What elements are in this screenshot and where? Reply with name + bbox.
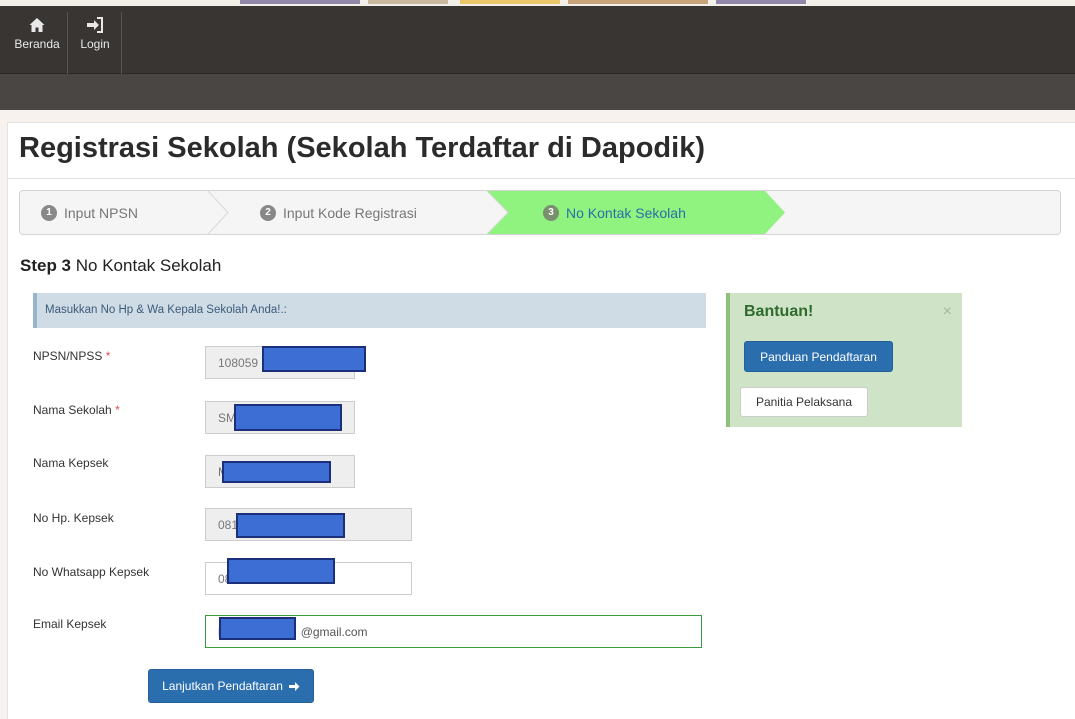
nav-home-label: Beranda	[14, 37, 60, 51]
nav-divider	[121, 12, 122, 74]
email-value-suffix: @gmail.com	[300, 624, 368, 639]
redaction-box	[227, 558, 335, 584]
sub-navbar	[0, 74, 1075, 110]
form-info-bar: Masukkan No Hp & Wa Kepala Sekolah Anda!…	[33, 293, 706, 328]
continue-registration-button[interactable]: Lanjutkan Pendaftaran	[148, 669, 314, 703]
top-navbar: Beranda Login	[0, 6, 1075, 74]
sign-in-icon	[87, 17, 103, 33]
field-label-text: No Whatsapp Kepsek	[33, 565, 150, 579]
arrow-right-icon	[288, 681, 300, 691]
field-label-text: NPSN/NPSS	[33, 349, 103, 363]
wizard-steps: 1 Input NPSN 2 Input Kode Registrasi 3 N…	[19, 190, 1061, 235]
wizard-step-2: 2 Input Kode Registrasi	[260, 191, 417, 234]
field-label-npsn: NPSN/NPSS *	[33, 349, 110, 363]
close-icon[interactable]: ×	[943, 303, 952, 321]
nav-login[interactable]: Login	[72, 16, 118, 72]
step-heading-prefix: Step 3	[20, 256, 72, 275]
home-icon	[29, 18, 45, 32]
title-divider	[7, 178, 1075, 179]
step-number-badge: 1	[41, 204, 57, 221]
field-label-school-name: Nama Sekolah *	[33, 403, 120, 417]
continue-button-label: Lanjutkan Pendaftaran	[162, 679, 283, 693]
field-label-principal-name: Nama Kepsek	[33, 456, 108, 470]
step-number-badge: 3	[543, 204, 559, 221]
wizard-step-label: No Kontak Sekolah	[566, 204, 686, 221]
registration-guide-button[interactable]: Panduan Pendaftaran	[744, 341, 893, 372]
step-heading-text: No Kontak Sekolah	[75, 256, 222, 275]
help-title: Bantuan!	[744, 303, 814, 320]
nav-home[interactable]: Beranda	[10, 16, 64, 72]
field-label-principal-phone: No Hp. Kepsek	[33, 511, 114, 525]
npsn-value: 108059	[218, 355, 259, 370]
wizard-step-3: 3 No Kontak Sekolah	[543, 191, 686, 234]
field-label-text: Nama Sekolah	[33, 403, 112, 417]
required-marker: *	[105, 349, 111, 363]
required-marker: *	[115, 403, 120, 417]
redaction-box	[236, 513, 345, 538]
step-heading: Step 3 No Kontak Sekolah	[20, 256, 221, 276]
field-label-principal-whatsapp: No Whatsapp Kepsek	[33, 565, 149, 579]
redaction-box	[234, 404, 342, 431]
step-number-badge: 2	[260, 204, 276, 221]
wizard-step-label: Input NPSN	[64, 204, 138, 221]
field-label-text: No Hp. Kepsek	[33, 511, 114, 525]
nav-divider	[67, 12, 68, 74]
help-alert: Bantuan! × Panduan Pendaftaran Panitia P…	[726, 293, 962, 427]
field-label-principal-email: Email Kepsek	[33, 617, 106, 631]
redaction-box	[222, 461, 331, 483]
nav-login-label: Login	[80, 37, 110, 51]
wizard-step-1: 1 Input NPSN	[41, 191, 138, 234]
redaction-box	[262, 346, 366, 372]
page-title: Registrasi Sekolah (Sekolah Terdaftar di…	[19, 132, 705, 164]
redaction-box	[219, 617, 296, 640]
field-label-text: Email Kepsek	[33, 617, 107, 631]
wizard-arrows	[207, 191, 785, 234]
field-label-text: Nama Kepsek	[33, 456, 109, 470]
committee-button[interactable]: Panitia Pelaksana	[740, 387, 868, 417]
wizard-step-label: Input Kode Registrasi	[283, 204, 417, 221]
